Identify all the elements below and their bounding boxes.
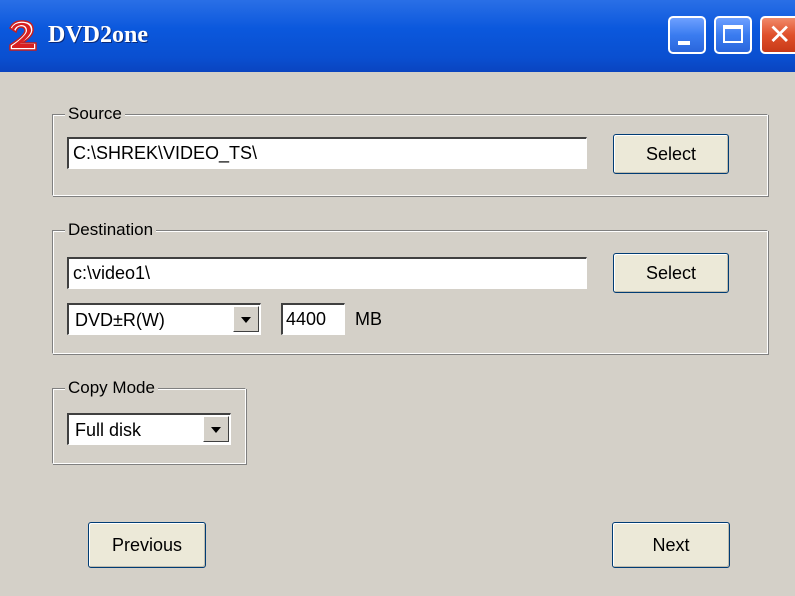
title-bar[interactable]: DVD2one ✕ xyxy=(0,0,795,72)
copy-mode-group-label: Copy Mode xyxy=(65,377,158,399)
minimize-icon xyxy=(678,41,690,45)
copy-mode-dropdown-arrow[interactable] xyxy=(203,416,229,442)
maximize-icon xyxy=(723,25,743,43)
destination-group-label: Destination xyxy=(65,219,157,241)
close-button[interactable]: ✕ xyxy=(760,16,795,54)
destination-path-input[interactable]: c:\video1\ xyxy=(67,257,587,289)
window-title: DVD2one xyxy=(48,22,148,48)
chevron-down-icon xyxy=(241,317,251,323)
previous-button[interactable]: Previous xyxy=(88,522,206,568)
copy-mode-value: Full disk xyxy=(75,420,142,440)
size-input[interactable]: 4400 xyxy=(281,303,345,335)
next-button[interactable]: Next xyxy=(612,522,730,568)
media-type-select[interactable]: DVD±R(W) xyxy=(67,303,261,335)
media-type-dropdown-arrow[interactable] xyxy=(233,306,259,332)
chevron-down-icon xyxy=(211,427,221,433)
close-icon: ✕ xyxy=(768,18,792,51)
dvd2one-logo-icon xyxy=(9,20,37,51)
source-group: Source C:\SHREK\VIDEO_TS\ Select xyxy=(52,103,768,196)
source-group-label: Source xyxy=(65,103,125,125)
maximize-button[interactable] xyxy=(714,16,752,54)
window-content: Source C:\SHREK\VIDEO_TS\ Select Destina… xyxy=(0,72,795,596)
source-path-input[interactable]: C:\SHREK\VIDEO_TS\ xyxy=(67,137,587,169)
size-unit-label: MB xyxy=(355,309,382,329)
destination-group: Destination c:\video1\ Select DVD±R(W) 4… xyxy=(52,219,768,354)
copy-mode-group: Copy Mode Full disk xyxy=(52,377,246,464)
source-select-button[interactable]: Select xyxy=(613,134,729,174)
copy-mode-select[interactable]: Full disk xyxy=(67,413,231,445)
media-type-value: DVD±R(W) xyxy=(75,310,165,330)
minimize-button[interactable] xyxy=(668,16,706,54)
destination-select-button[interactable]: Select xyxy=(613,253,729,293)
app-window: DVD2one ✕ Source C:\SHREK\VIDEO_TS\ Sele… xyxy=(0,0,795,596)
